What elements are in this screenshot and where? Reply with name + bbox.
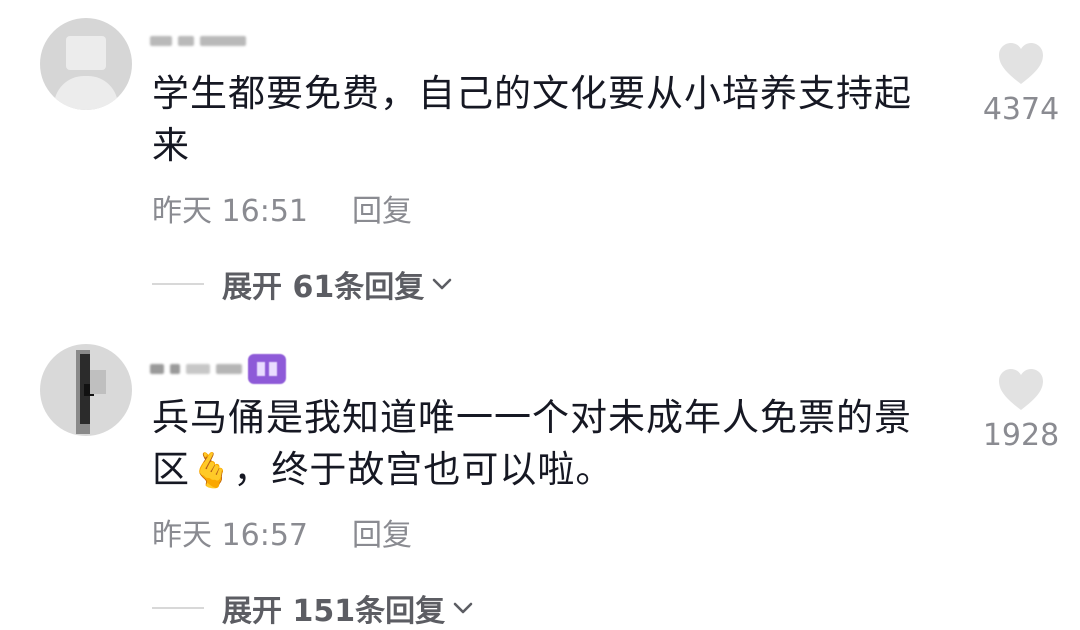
divider-line xyxy=(152,283,204,285)
divider-line xyxy=(152,607,204,609)
comment-text: 学生都要免费，自己的文化要从小培养支持起来 xyxy=(152,72,912,167)
like-button[interactable]: 4374 xyxy=(978,42,1064,127)
comment-meta: 昨天 16:57 回复 xyxy=(152,510,412,554)
user-badge xyxy=(248,354,286,384)
comment-meta: 昨天 16:51 回复 xyxy=(152,186,412,230)
reply-button[interactable]: 回复 xyxy=(352,510,412,554)
blurred-name-fragment xyxy=(216,364,242,374)
comment-time: 昨天 16:51 xyxy=(152,194,308,229)
username-blurred[interactable] xyxy=(150,28,246,54)
chevron-down-icon xyxy=(453,602,473,614)
avatar-placeholder-head xyxy=(66,36,106,70)
comment-time: 昨天 16:57 xyxy=(152,518,308,553)
avatar[interactable] xyxy=(40,344,132,436)
expand-replies-button[interactable]: 展开 151条回复 xyxy=(152,586,475,630)
avatar-placeholder-body xyxy=(54,76,118,110)
like-count: 1928 xyxy=(982,418,1060,453)
avatar[interactable] xyxy=(40,18,132,110)
blurred-name-fragment xyxy=(150,364,164,374)
blurred-name-fragment xyxy=(200,36,246,46)
expand-replies-label: 展开 151条回复 xyxy=(222,594,446,629)
expand-replies-button[interactable]: 展开 61条回复 xyxy=(152,262,454,306)
comment-text-part: ，终于故宫也可以啦。 xyxy=(233,448,614,491)
avatar-pixel xyxy=(90,370,106,394)
username-blurred[interactable] xyxy=(150,354,286,384)
heart-icon xyxy=(999,369,1043,410)
reply-button[interactable]: 回复 xyxy=(352,186,412,230)
like-button[interactable]: 1928 xyxy=(978,368,1064,453)
like-count: 4374 xyxy=(982,92,1060,127)
blurred-name-fragment xyxy=(170,364,180,374)
heart-icon xyxy=(999,43,1043,84)
chevron-down-icon xyxy=(432,278,452,290)
blurred-name-fragment xyxy=(150,36,172,46)
comment-text: 兵马俑是我知道唯一一个对未成年人免票的景区🫰，终于故宫也可以啦。 xyxy=(152,392,932,497)
expand-replies-label: 展开 61条回复 xyxy=(222,270,425,305)
finger-heart-emoji-icon: 🫰 xyxy=(190,451,234,491)
blurred-name-fragment xyxy=(178,36,194,46)
blurred-name-fragment xyxy=(186,364,210,374)
